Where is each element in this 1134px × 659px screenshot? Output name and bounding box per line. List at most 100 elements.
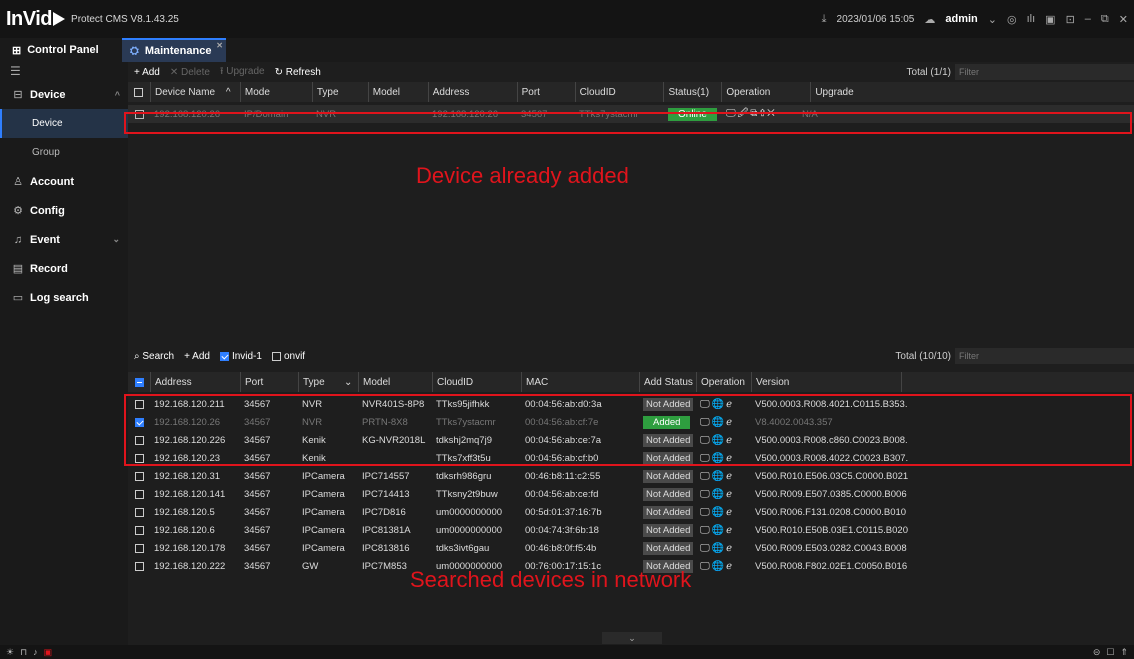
operation-icons[interactable]: 🖵🌐ℯ (696, 467, 751, 485)
col-device-name[interactable]: Device Name (149, 82, 226, 102)
operation-icons[interactable]: 🖵🌐ℯ (696, 539, 751, 557)
cell-model: IPC813816 (362, 542, 410, 554)
device-table-header: Device Name ^ Mode Type Model Address Po… (128, 82, 1134, 102)
cell-mac: 00:46:b8:0f:f5:4b (525, 542, 597, 554)
message-icon[interactable]: ⊝ (1093, 647, 1101, 658)
table-row[interactable]: 192.168.120.6 34567 IPCamera IPC81381A u… (128, 521, 1134, 539)
record-status-icon[interactable]: ▣ (44, 647, 53, 658)
operation-icons[interactable]: 🖵🌐ℯ (696, 485, 751, 503)
row-checkbox[interactable] (128, 467, 150, 485)
volume-icon[interactable]: ♪ (33, 647, 38, 657)
window-icon[interactable]: ☐ (1106, 647, 1114, 658)
annotation-searched-devices: Searched devices in network (410, 567, 692, 592)
sidebar-item-label: Config (30, 204, 65, 217)
device-total: Total (1/1) (906, 66, 951, 78)
record-icon: ▤ (12, 263, 24, 275)
table-row[interactable]: 192.168.120.141 34567 IPCamera IPC714413… (128, 485, 1134, 503)
cell-mac: 00:5d:01:37:16:7b (525, 506, 602, 518)
sidebar-item-device[interactable]: ⊟ Device ^ (0, 80, 128, 109)
row-checkbox[interactable] (128, 539, 150, 557)
search-button[interactable]: ⌕ Search (134, 351, 174, 362)
sidebar-item-event[interactable]: ♫ Event ⌄ (0, 225, 128, 254)
col-mode[interactable]: Mode (239, 82, 312, 102)
col-type[interactable]: Type (298, 372, 344, 392)
col-address[interactable]: Address (427, 82, 517, 102)
col-cloudid[interactable]: CloudID (574, 82, 664, 102)
col-operation[interactable]: Operation (721, 82, 810, 102)
row-checkbox[interactable] (128, 557, 150, 575)
col-version[interactable]: Version (751, 372, 901, 392)
add-button[interactable]: + Add (134, 67, 160, 78)
sidebar-item-account[interactable]: ♙ Account (0, 167, 128, 196)
delete-button[interactable]: ✕ Delete (170, 67, 210, 78)
upgrade-button[interactable]: ⭱ Upgrade (220, 64, 265, 81)
operation-icons[interactable]: 🖵🌐ℯ (696, 503, 751, 521)
col-add-status[interactable]: Add Status (639, 372, 696, 392)
close-icon[interactable]: ✕ (1119, 13, 1128, 26)
select-all-searched-checkbox[interactable] (128, 372, 150, 392)
expand-icon[interactable]: ⇑ (1120, 647, 1128, 658)
highlight-added-device (124, 112, 1132, 134)
refresh-button[interactable]: ↻ Refresh (275, 67, 321, 78)
table-row[interactable]: 192.168.120.178 34567 IPCamera IPC813816… (128, 539, 1134, 557)
tab-control-panel[interactable]: ⊞ Control Panel (0, 38, 122, 62)
sidebar-item-config[interactable]: ⚙ Config (0, 196, 128, 225)
onvif-filter-checkbox[interactable]: onvif (271, 351, 305, 362)
status-badge: Not Added (643, 469, 694, 483)
table-row[interactable]: 192.168.120.5 34567 IPCamera IPC7D816 um… (128, 503, 1134, 521)
tab-maintenance[interactable]: ⛭ Maintenance ✕ (122, 38, 226, 62)
grid-icon: ⊞ (12, 44, 22, 57)
cell-add-status: Not Added (639, 503, 696, 521)
col-port[interactable]: Port (240, 372, 298, 392)
invid-filter-checkbox[interactable]: Invid-1 (219, 351, 262, 362)
col-cloudid[interactable]: CloudID (432, 372, 521, 392)
panel-resize-handle[interactable]: ⌄ (602, 632, 662, 644)
col-upgrade[interactable]: Upgrade (810, 82, 1134, 102)
collapse-menu-icon[interactable]: ☰ (0, 62, 128, 80)
sidebar-subitem-group[interactable]: Group (0, 138, 128, 167)
device-filter-input[interactable]: Filter (955, 64, 1134, 80)
settings-icon[interactable]: ◎ (1007, 13, 1017, 26)
lock-icon[interactable]: ⊡ (1066, 13, 1075, 26)
col-operation[interactable]: Operation (696, 372, 751, 392)
user-name[interactable]: admin (945, 13, 977, 25)
cell-mac: 00:04:74:3f:6b:18 (525, 524, 599, 536)
operation-icons[interactable]: 🖵🌐ℯ (696, 521, 751, 539)
lock-icon[interactable]: ⊓ (20, 647, 27, 658)
status-badge: Not Added (643, 505, 694, 519)
sidebar-subitem-device[interactable]: Device (0, 109, 128, 138)
row-checkbox[interactable] (128, 485, 150, 503)
cloud-icon[interactable]: ☁ (924, 13, 935, 26)
row-checkbox[interactable] (128, 503, 150, 521)
close-tab-icon[interactable]: ✕ (216, 41, 223, 50)
stats-icon[interactable]: ılı (1027, 13, 1036, 25)
cell-port: 34567 (244, 542, 271, 554)
row-checkbox[interactable] (128, 521, 150, 539)
col-port[interactable]: Port (516, 82, 575, 102)
maintenance-icon: ⛭ (130, 44, 139, 57)
restore-icon[interactable]: ⧉ (1101, 13, 1109, 26)
col-model[interactable]: Model (367, 82, 428, 102)
select-all-checkbox[interactable] (128, 82, 150, 102)
screen-icon[interactable]: ▣ (1045, 13, 1055, 26)
sidebar: ☰ ⊟ Device ^ Device Group ♙ Account ⚙ Co… (0, 62, 128, 645)
cell-cloudid: um0000000000 (436, 524, 503, 536)
minimize-icon[interactable]: – (1085, 13, 1091, 25)
col-mac[interactable]: MAC (521, 372, 639, 392)
sidebar-item-label: Account (30, 175, 74, 188)
col-model[interactable]: Model (358, 372, 432, 392)
sort-icon[interactable]: ⌄ (344, 372, 358, 392)
download-icon[interactable]: ⤓ (822, 13, 827, 26)
add-searched-button[interactable]: + Add (184, 351, 210, 362)
search-filter-input[interactable]: Filter (955, 348, 1134, 364)
col-type[interactable]: Type (311, 82, 368, 102)
chevron-down-icon[interactable]: ⌄ (988, 13, 997, 26)
col-status[interactable]: Status(1) (663, 82, 721, 102)
table-row[interactable]: 192.168.120.31 34567 IPCamera IPC714557 … (128, 467, 1134, 485)
alarm-icon[interactable]: ☀ (6, 647, 14, 658)
operation-icons[interactable]: 🖵🌐ℯ (696, 557, 751, 575)
sidebar-item-log-search[interactable]: ▭ Log search (0, 283, 128, 312)
sort-icon[interactable]: ^ (226, 82, 240, 102)
col-address[interactable]: Address (150, 372, 240, 392)
sidebar-item-record[interactable]: ▤ Record (0, 254, 128, 283)
